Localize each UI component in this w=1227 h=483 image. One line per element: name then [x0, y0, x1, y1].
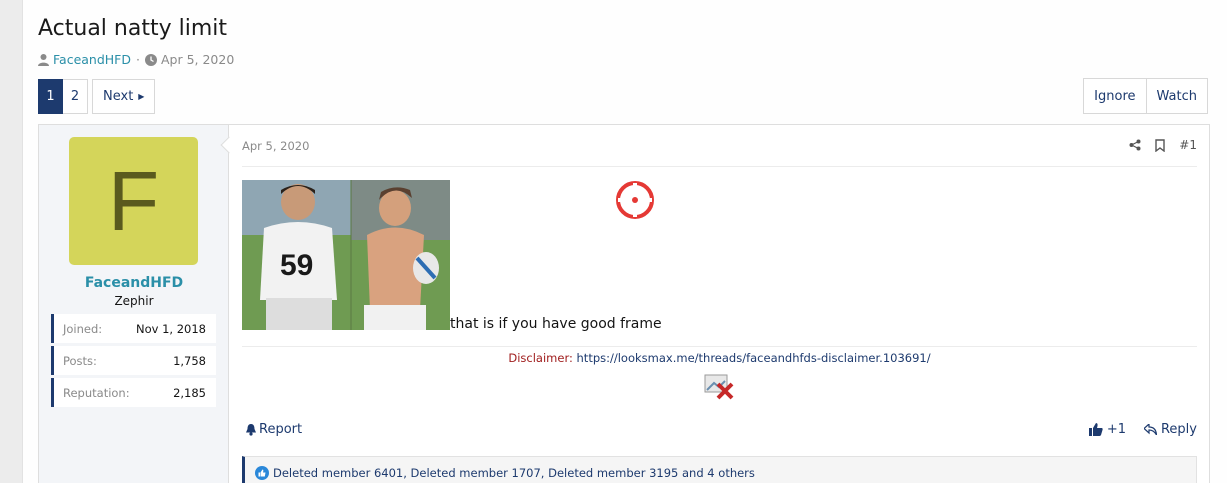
share-icon[interactable]	[1129, 139, 1141, 151]
signature: Disclaimer: https://looksmax.me/threads/…	[242, 351, 1197, 365]
post-header-actions: #1	[1129, 138, 1197, 152]
stat-reputation: Reputation: 2,185	[51, 378, 216, 407]
disclaimer-link[interactable]: https://looksmax.me/threads/faceandhfds-…	[577, 351, 931, 365]
svg-text:59: 59	[280, 249, 313, 282]
stat-value: Nov 1, 2018	[136, 321, 206, 336]
like-button[interactable]: +1	[1088, 422, 1126, 437]
next-page-button[interactable]: Next ▶	[92, 79, 156, 114]
thread-actions: Ignore Watch	[1083, 78, 1208, 114]
post-date[interactable]: Apr 5, 2020	[242, 139, 309, 153]
user-stats: Joined: Nov 1, 2018 Posts: 1,758 Reputat…	[51, 314, 216, 410]
stat-joined: Joined: Nov 1, 2018	[51, 314, 216, 343]
next-label: Next	[103, 89, 134, 104]
post-footer-actions: +1 Reply	[1088, 422, 1197, 437]
page-1-button[interactable]: 1	[38, 79, 63, 114]
watch-button[interactable]: Watch	[1146, 78, 1208, 114]
caret-right-icon: ▶	[138, 92, 145, 101]
stat-posts: Posts: 1,758	[51, 346, 216, 375]
signature-divider	[242, 346, 1197, 347]
thread-meta: FaceandHFD · Apr 5, 2020	[38, 52, 234, 67]
like-count: +1	[1106, 422, 1126, 437]
user-sidebar: F FaceandHFD Zephir Joined: Nov 1, 2018 …	[39, 125, 229, 483]
reactions-text[interactable]: Deleted member 6401, Deleted member 1707…	[273, 466, 755, 480]
stat-value: 2,185	[173, 385, 206, 400]
stat-value: 1,758	[173, 353, 206, 368]
stat-label: Reputation:	[63, 385, 130, 400]
disclaimer-label: Disclaimer:	[508, 351, 573, 365]
report-button[interactable]: Report	[245, 422, 302, 437]
report-label: Report	[259, 422, 303, 437]
post-number[interactable]: #1	[1179, 138, 1197, 152]
meta-separator: ·	[136, 52, 140, 67]
bell-icon	[246, 424, 256, 436]
stat-label: Joined:	[63, 321, 103, 336]
page-2-button[interactable]: 2	[63, 79, 88, 114]
thread-title: Actual natty limit	[38, 16, 227, 41]
broken-image-icon	[704, 374, 734, 400]
header-divider	[242, 166, 1197, 167]
avatar[interactable]: F	[69, 137, 198, 265]
reply-button[interactable]: Reply	[1143, 422, 1197, 437]
post-body: Apr 5, 2020 #1 59 that is if you have go…	[242, 125, 1197, 483]
post-message: F FaceandHFD Zephir Joined: Nov 1, 2018 …	[38, 124, 1210, 483]
reactions-bar: Deleted member 6401, Deleted member 1707…	[242, 456, 1197, 483]
user-icon	[38, 53, 49, 66]
page-container: Actual natty limit FaceandHFD · Apr 5, 2…	[22, 0, 1227, 483]
stat-label: Posts:	[63, 353, 97, 368]
reply-icon	[1143, 424, 1157, 435]
bookmark-icon[interactable]	[1155, 138, 1165, 152]
thumbs-up-icon	[1088, 423, 1103, 436]
clock-icon	[144, 53, 157, 66]
pagination: 1 2 Next ▶	[38, 79, 159, 114]
crosshair-icon	[616, 181, 654, 219]
post-image[interactable]: 59	[242, 180, 450, 330]
post-text: that is if you have good frame	[450, 316, 662, 332]
thread-date: Apr 5, 2020	[160, 52, 235, 67]
ignore-button[interactable]: Ignore	[1083, 78, 1147, 114]
reply-label: Reply	[1160, 422, 1197, 437]
username[interactable]: FaceandHFD	[39, 275, 229, 291]
thread-author-link[interactable]: FaceandHFD	[53, 52, 131, 67]
like-reaction-icon	[255, 466, 269, 480]
user-title: Zephir	[114, 294, 154, 308]
